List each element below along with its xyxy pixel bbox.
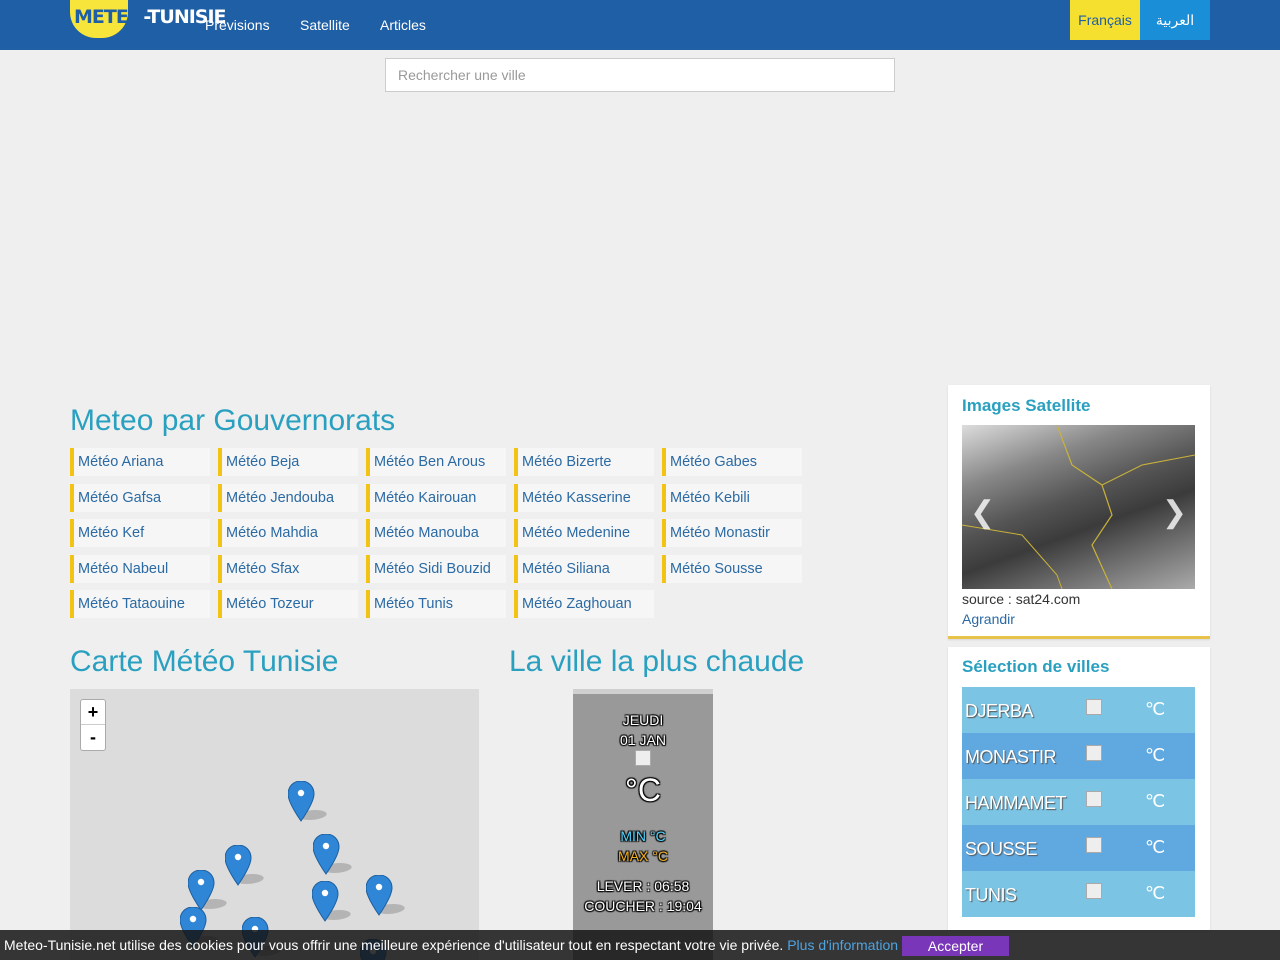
- hottest-sunset: COUCHER : 19:04: [584, 898, 702, 914]
- map-marker-icon[interactable]: [366, 875, 410, 917]
- cities-title: Sélection de villes: [962, 657, 1110, 676]
- logo-text: METEO-TUNISIE: [74, 6, 227, 28]
- city-temp-unit: ℃: [1145, 883, 1166, 903]
- governorate-link[interactable]: Météo Siliana: [514, 554, 654, 583]
- governorate-link[interactable]: Météo Sidi Bouzid: [366, 554, 506, 583]
- nav-link-previsions[interactable]: Prévisions: [205, 17, 270, 33]
- nav-link-articles[interactable]: Articles: [380, 17, 426, 33]
- map-marker-icon[interactable]: [288, 781, 332, 823]
- satellite-source: source : sat24.com: [962, 591, 1081, 607]
- governorate-link[interactable]: Météo Kasserine: [514, 483, 654, 512]
- cookie-accept-button[interactable]: Accepter: [902, 936, 1009, 956]
- city-name: HAMMAMET: [965, 793, 1067, 813]
- governorate-link[interactable]: Météo Medenine: [514, 519, 654, 547]
- governorate-link[interactable]: Météo Tozeur: [218, 590, 358, 618]
- weather-icon: [635, 750, 651, 766]
- lang-french-button[interactable]: Français: [1070, 0, 1140, 40]
- city-temp-unit: ℃: [1145, 745, 1166, 765]
- city-temp-unit: ℃: [1145, 791, 1166, 811]
- city-weather-icon: [1086, 883, 1102, 899]
- governorate-link[interactable]: Météo Beja: [218, 448, 358, 476]
- city-weather-icon: [1086, 745, 1102, 761]
- city-row[interactable]: SOUSSE ℃: [962, 825, 1195, 871]
- governorate-link[interactable]: Météo Nabeul: [70, 554, 210, 583]
- satellite-panel: Images Satellite ❮ ❯ source : sat24.com …: [948, 385, 1210, 639]
- city-search-input[interactable]: [385, 58, 895, 92]
- lang-arabic-button[interactable]: العربية: [1140, 0, 1210, 40]
- hottest-date: 01 JAN: [620, 732, 666, 748]
- hottest-max: MAX °C: [618, 848, 668, 864]
- map-title: Carte Météo Tunisie: [70, 645, 339, 678]
- city-weather-icon: [1086, 699, 1102, 715]
- city-name: DJERBA: [965, 701, 1034, 721]
- hottest-city-title: La ville la plus chaude: [509, 645, 805, 678]
- weather-map[interactable]: + -: [70, 689, 479, 960]
- governorate-link[interactable]: Météo Ariana: [70, 448, 210, 476]
- governorate-link[interactable]: Météo Monastir: [662, 519, 802, 547]
- city-name: MONASTIR: [965, 747, 1057, 767]
- governorate-link[interactable]: Météo Sfax: [218, 554, 358, 583]
- governorate-link[interactable]: Météo Manouba: [366, 519, 506, 547]
- hottest-day: JEUDI: [622, 712, 664, 728]
- satellite-title: Images Satellite: [962, 396, 1091, 415]
- governorate-link[interactable]: Météo Jendouba: [218, 483, 358, 512]
- carousel-prev-icon[interactable]: ❮: [970, 495, 995, 530]
- governorate-link[interactable]: Météo Kebili: [662, 483, 802, 512]
- site-logo[interactable]: METEO-TUNISIE: [70, 0, 227, 38]
- map-marker-icon[interactable]: [188, 870, 232, 912]
- city-row[interactable]: HAMMAMET ℃: [962, 779, 1195, 825]
- governorate-link[interactable]: Météo Kef: [70, 519, 210, 547]
- governorate-link[interactable]: Météo Mahdia: [218, 519, 358, 547]
- city-weather-icon: [1086, 837, 1102, 853]
- hottest-min: MIN °C: [620, 828, 666, 844]
- governorate-link[interactable]: Météo Sousse: [662, 554, 802, 583]
- top-navbar: METEO-TUNISIE Prévisions Satellite Artic…: [0, 0, 1280, 50]
- city-temp-unit: ℃: [1145, 837, 1166, 857]
- city-temp-unit: ℃: [1145, 699, 1166, 719]
- governorate-link[interactable]: Météo Tataouine: [70, 590, 210, 618]
- governorate-link[interactable]: Météo Tunis: [366, 590, 506, 618]
- hottest-temp: °C: [625, 772, 661, 808]
- city-row[interactable]: MONASTIR ℃: [962, 733, 1195, 779]
- cookie-banner: Meteo-Tunisie.net utilise des cookies po…: [0, 930, 1280, 960]
- governorate-link[interactable]: Météo Bizerte: [514, 448, 654, 476]
- governorate-link[interactable]: Météo Kairouan: [366, 483, 506, 512]
- map-marker-icon[interactable]: [312, 881, 356, 923]
- carousel-next-icon[interactable]: ❯: [1162, 495, 1187, 530]
- satellite-borders: [962, 425, 1195, 589]
- city-row[interactable]: DJERBA ℃: [962, 687, 1195, 733]
- governorate-link[interactable]: Météo Ben Arous: [366, 448, 506, 476]
- governorate-link[interactable]: Météo Zaghouan: [514, 590, 654, 618]
- governorate-link[interactable]: Météo Gabes: [662, 448, 802, 476]
- hottest-city-card[interactable]: JEUDI 01 JAN °C MIN °C MAX °C LEVER : 06…: [573, 689, 713, 960]
- nav-link-satellite[interactable]: Satellite: [300, 17, 350, 33]
- city-row[interactable]: TUNIS ℃: [962, 871, 1195, 917]
- zoom-out-button[interactable]: -: [81, 725, 105, 750]
- zoom-in-button[interactable]: +: [81, 700, 105, 725]
- city-name: SOUSSE: [965, 839, 1038, 859]
- zoom-control: + -: [80, 699, 106, 751]
- cities-panel: Sélection de villes DJERBA ℃ MONASTIR ℃ HAMM…: [948, 647, 1210, 930]
- governorates-title: Meteo par Gouvernorats: [70, 404, 396, 437]
- city-weather-icon: [1086, 791, 1102, 807]
- cookie-more-link[interactable]: Plus d'information: [787, 937, 898, 953]
- satellite-enlarge-link[interactable]: Agrandir: [962, 611, 1015, 627]
- map-marker-icon[interactable]: [313, 834, 357, 876]
- governorate-link[interactable]: Météo Gafsa: [70, 483, 210, 512]
- hottest-sunrise: LEVER : 06:58: [596, 878, 690, 894]
- satellite-image[interactable]: ❮ ❯: [962, 425, 1195, 589]
- cookie-text: Meteo-Tunisie.net utilise des cookies po…: [4, 937, 784, 953]
- city-name: TUNIS: [965, 885, 1017, 905]
